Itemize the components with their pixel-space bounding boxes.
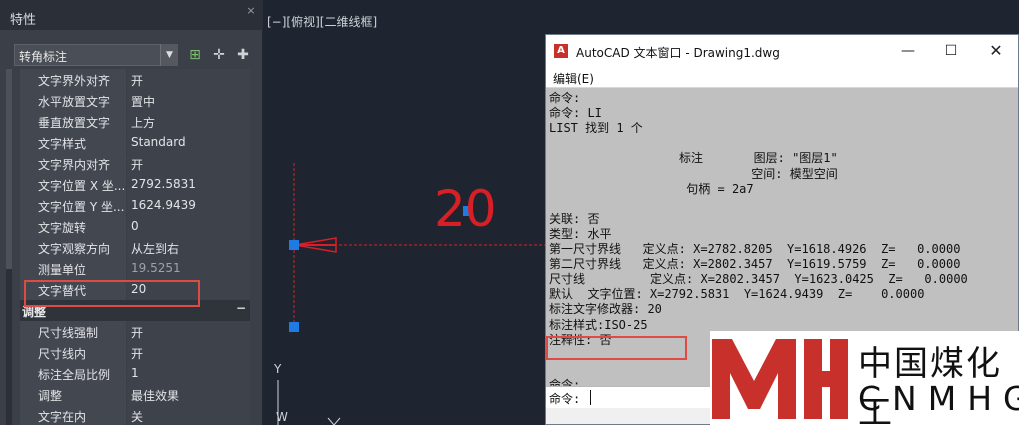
select-objects-icon[interactable]: ✛	[210, 46, 228, 64]
property-value[interactable]: 置中	[127, 90, 250, 111]
property-row[interactable]: 文字样式 Standard	[20, 132, 250, 153]
ucs-x-glyph	[327, 417, 341, 425]
property-name: 调整	[20, 384, 126, 405]
property-row[interactable]: 标注全局比例 1	[20, 363, 250, 384]
property-row[interactable]: 文字界外对齐开	[20, 69, 250, 90]
property-row[interactable]: 尺寸线内开	[20, 342, 250, 363]
property-value[interactable]: Standard	[127, 132, 250, 153]
property-value[interactable]: 最佳效果	[127, 384, 250, 405]
property-row[interactable]: 文字在内关	[20, 405, 250, 425]
close-icon[interactable]: ×	[244, 4, 258, 18]
property-value[interactable]: 0	[127, 216, 250, 237]
property-value[interactable]: 开	[127, 69, 250, 90]
autocad-icon: A	[554, 44, 568, 58]
history-line: 关联: 否	[549, 211, 600, 226]
section-label: 调整	[22, 305, 47, 319]
highlight-box	[546, 336, 687, 360]
palette-title-bar[interactable]: 特性	[0, 0, 263, 30]
object-selector-row: 转角标注 ▼ ⊞ ✛ ✚	[14, 44, 262, 68]
quick-select-icon[interactable]: ⊞	[186, 46, 204, 64]
property-row[interactable]: 尺寸线强制开	[20, 321, 250, 342]
property-group-adjust: 尺寸线强制开尺寸线内开标注全局比例 1 调整 最佳效果 文字在内关	[20, 321, 250, 425]
property-value[interactable]: 从左到右	[127, 237, 250, 258]
text-window-title-bar[interactable]: A AutoCAD 文本窗口 - Drawing1.dwg — ☐ ✕	[546, 35, 1018, 67]
grip-point[interactable]	[289, 240, 299, 250]
command-prompt-label: 命令:	[549, 392, 581, 406]
property-name: 尺寸线内	[20, 342, 126, 363]
close-icon[interactable]: ✕	[986, 41, 1006, 61]
object-type-value: 转角标注	[19, 50, 68, 64]
history-line: 第一尺寸界线 定义点: X=2782.8205 Y=1618.4926 Z= 0…	[549, 242, 961, 256]
property-value[interactable]: 开	[127, 153, 250, 174]
property-name: 水平放置文字	[20, 90, 126, 111]
watermark: 中国煤化工 CNMHG	[710, 331, 1019, 425]
property-name: 文字样式	[20, 132, 126, 153]
property-name: 文字界外对齐	[20, 69, 126, 90]
property-value[interactable]: 上方	[127, 111, 250, 132]
palette-title: 特性	[10, 13, 37, 28]
highlight-box	[24, 280, 200, 307]
ucs-y-label: Y	[274, 362, 282, 376]
history-line: 空间: 模型空间	[549, 166, 838, 181]
property-name: 测量单位	[20, 258, 126, 279]
history-line: 命令: LI	[549, 106, 602, 121]
property-name: 尺寸线强制	[20, 321, 126, 342]
maximize-icon[interactable]: ☐	[941, 41, 961, 61]
history-line: 默认 文字位置: X=2792.5831 Y=1624.9439 Z= 0.00…	[549, 287, 925, 302]
property-row[interactable]: 文字界内对齐开	[20, 153, 250, 174]
history-line: 标注 图层: "图层1"	[549, 151, 838, 166]
ucs-w-label: W	[276, 410, 288, 424]
property-name: 文字旋转	[20, 216, 126, 237]
scrollbar-thumb[interactable]	[6, 69, 12, 269]
property-row[interactable]: 文字旋转 0	[20, 216, 250, 237]
palette-scrollbar[interactable]	[6, 69, 12, 425]
properties-palette: 特性 × 转角标注 ▼ ⊞ ✛ ✚ 文字界外对齐开水平放置文字 置中 垂直放置文字上…	[0, 0, 263, 425]
property-name: 垂直放置文字	[20, 111, 126, 132]
history-line: 类型: 水平	[549, 226, 612, 241]
grip-point[interactable]	[289, 322, 299, 332]
property-value[interactable]: 1624.9439	[127, 195, 250, 216]
text-window-menubar: 编辑(E)	[546, 67, 1018, 88]
property-value[interactable]: 关	[127, 405, 250, 425]
property-value[interactable]: 开	[127, 321, 250, 342]
property-row[interactable]: 垂直放置文字 上方	[20, 111, 250, 132]
property-value[interactable]: 开	[127, 342, 250, 363]
property-row[interactable]: 测量单位 19.5251	[20, 258, 250, 279]
property-row[interactable]: 水平放置文字 置中	[20, 90, 250, 111]
watermark-english-text: CNMHG	[858, 379, 1019, 418]
menu-edit[interactable]: 编辑(E)	[553, 70, 594, 87]
history-line: 第二尺寸界线 定义点: X=2802.3457 Y=1619.5759 Z= 0…	[549, 257, 961, 272]
chevron-down-icon[interactable]: ▼	[160, 44, 178, 66]
history-line: LIST 找到 1 个	[549, 121, 643, 136]
watermark-logo	[712, 339, 848, 419]
property-value[interactable]: 2792.5831	[127, 174, 250, 195]
property-name: 文字位置 X 坐...	[20, 174, 126, 195]
collapse-icon[interactable]: −	[236, 301, 246, 315]
history-line: 标注样式:ISO-25	[549, 317, 648, 332]
property-name: 文字观察方向	[20, 237, 126, 258]
pickadd-icon[interactable]: ✚	[234, 46, 252, 64]
history-line: 尺寸线 定义点: X=2802.3457 Y=1623.0425 Z= 0.00…	[549, 272, 968, 287]
property-group-text: 文字界外对齐开水平放置文字 置中 垂直放置文字 上方 文字样式 Standard 文字界内对…	[20, 69, 250, 300]
property-row[interactable]: 文字观察方向 从左到右	[20, 237, 250, 258]
property-name: 文字在内	[20, 405, 126, 425]
property-name: 文字位置 Y 坐...	[20, 195, 126, 216]
window-title: AutoCAD 文本窗口 - Drawing1.dwg	[576, 46, 780, 60]
property-name: 标注全局比例	[20, 363, 126, 384]
dimension-text[interactable]: 20	[434, 180, 497, 238]
property-row[interactable]: 调整 最佳效果	[20, 384, 250, 405]
property-value[interactable]: 19.5251	[127, 258, 250, 279]
history-line: 命令:	[549, 91, 581, 105]
property-row[interactable]: 文字位置 Y 坐... 1624.9439	[20, 195, 250, 216]
text-caret	[590, 390, 591, 405]
property-grid: 文字界外对齐开水平放置文字 置中 垂直放置文字 上方 文字样式 Standard 文字界内对…	[20, 69, 250, 425]
property-name: 文字界内对齐	[20, 153, 126, 174]
minimize-icon[interactable]: —	[898, 41, 918, 61]
history-line: 标注文字修改器: 20	[549, 302, 662, 317]
property-row[interactable]: 文字位置 X 坐... 2792.5831	[20, 174, 250, 195]
property-value[interactable]: 1	[127, 363, 250, 384]
object-type-dropdown[interactable]: 转角标注	[14, 44, 178, 66]
history-line: 句柄 = 2a7	[549, 181, 754, 196]
